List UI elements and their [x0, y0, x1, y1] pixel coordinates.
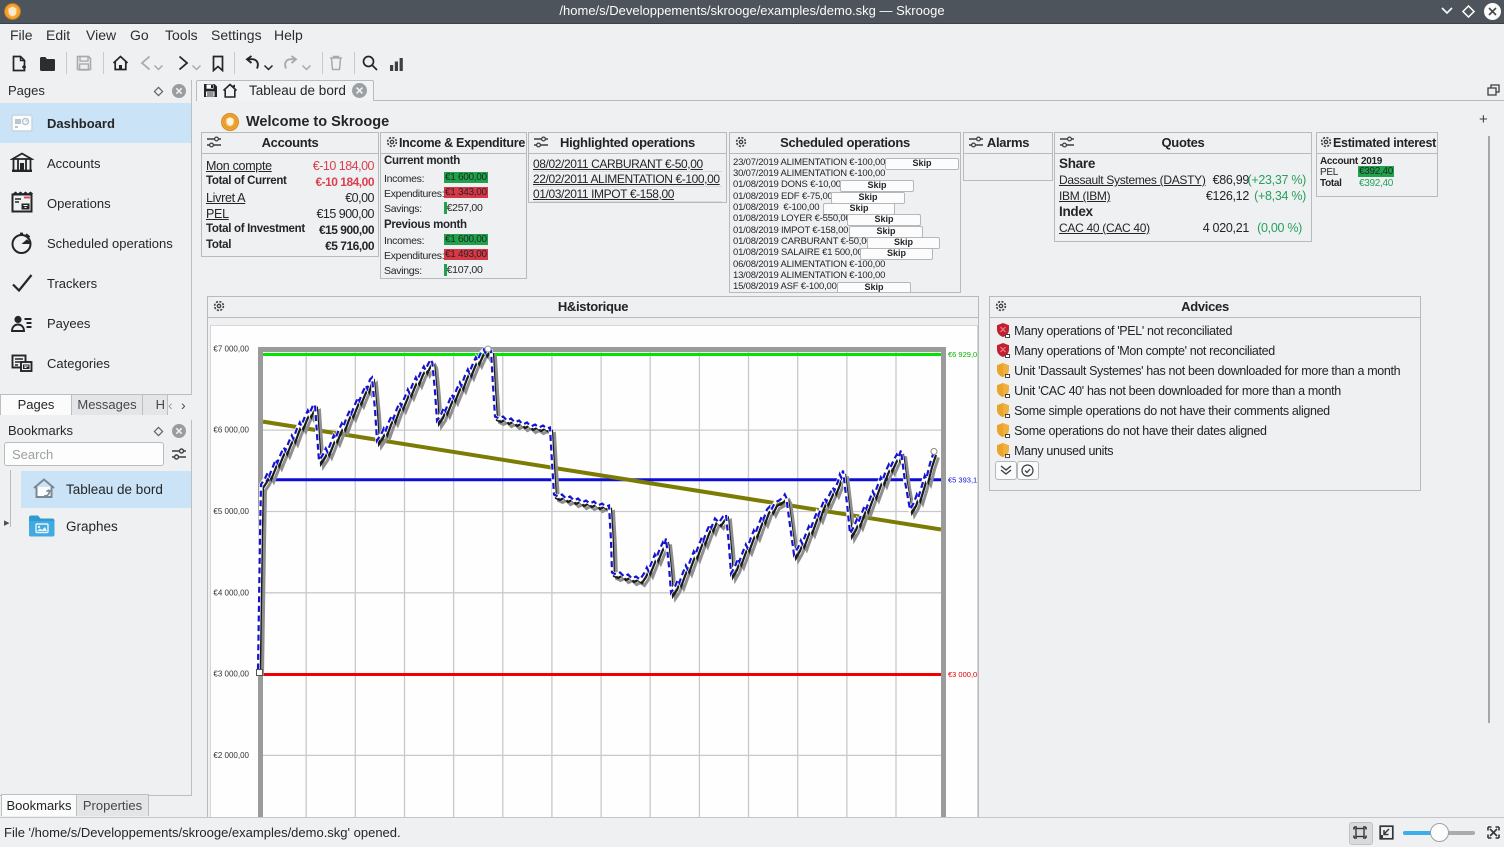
svg-text:€2 000,00: €2 000,00 — [213, 751, 249, 760]
svg-text:€5 000,00: €5 000,00 — [213, 507, 249, 516]
svg-text:€6 000,00: €6 000,00 — [213, 426, 249, 435]
svg-text:€3 000,00: €3 000,00 — [948, 670, 977, 679]
svg-text:€4 000,00: €4 000,00 — [213, 588, 249, 597]
svg-text:€6 929,00: €6 929,00 — [948, 350, 977, 359]
svg-text:€7 000,00: €7 000,00 — [213, 344, 249, 353]
svg-text:€5 393,14: €5 393,14 — [948, 476, 977, 485]
svg-text:€3 000,00: €3 000,00 — [213, 670, 249, 679]
